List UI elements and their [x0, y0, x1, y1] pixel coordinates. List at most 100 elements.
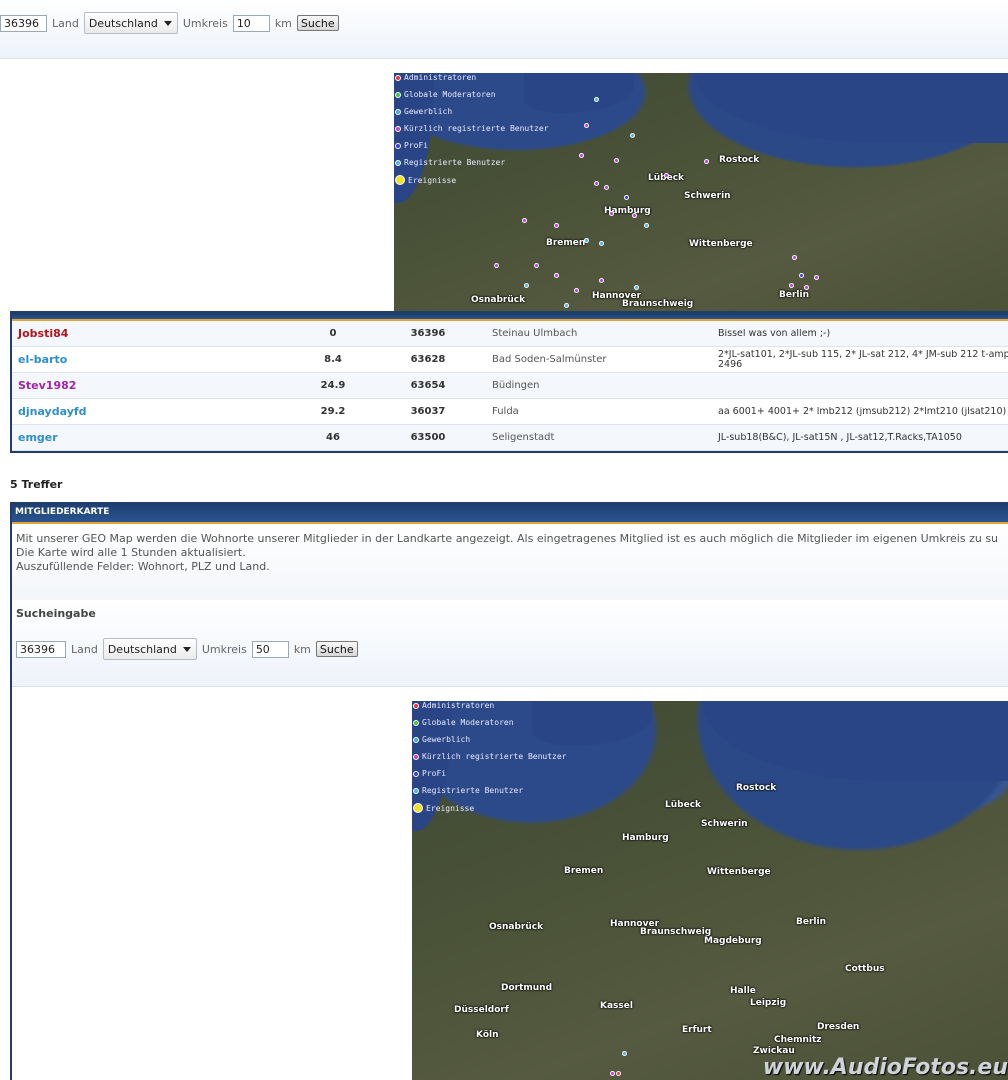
map-pin-icon[interactable] [634, 285, 639, 290]
map-pin-icon[interactable] [624, 195, 629, 200]
city-cell: Seligenstadt [492, 432, 555, 443]
map-pin-icon[interactable] [604, 185, 609, 190]
map-pin-icon[interactable] [554, 223, 559, 228]
search-button[interactable]: Suche [296, 15, 339, 31]
city-label: Osnabrück [489, 922, 544, 932]
member-name-link[interactable]: el-barto [12, 353, 278, 366]
map-pin-icon[interactable] [494, 263, 499, 268]
legend-marker-icon [395, 125, 401, 132]
map-pin-icon[interactable] [522, 218, 527, 223]
member-name-link[interactable]: Jobsti84 [12, 327, 278, 340]
land-label: Land [52, 16, 79, 30]
map-pin-icon[interactable] [584, 238, 589, 243]
legend-item[interactable]: Registrierte Benutzer [395, 158, 505, 167]
city-label: Berlin [779, 290, 809, 300]
legend-item[interactable]: Administratoren [395, 73, 476, 82]
member-map-top[interactable]: Administratoren Globale Moderatoren Gewerb… [394, 73, 1008, 313]
map-pin-icon[interactable] [704, 159, 709, 164]
legend-marker-icon [413, 770, 419, 777]
map-pin-icon[interactable] [630, 133, 635, 138]
map-pin-icon[interactable] [664, 173, 669, 178]
plz-input[interactable]: 36396 [16, 640, 66, 658]
city-label: Rostock [736, 783, 777, 793]
panel-title: MITGLIEDERKARTE [12, 502, 1008, 524]
legend-marker-icon [395, 175, 405, 185]
plz-cell: 36396 [410, 328, 446, 339]
map-pin-icon[interactable] [616, 1071, 621, 1076]
city-label: Osnabrück [471, 295, 526, 305]
map-pin-icon[interactable] [579, 153, 584, 158]
legend-label: Globale Moderatoren [404, 90, 496, 99]
member-name-link[interactable]: djnaydayfd [12, 405, 278, 418]
map-pin-icon[interactable] [524, 283, 529, 288]
city-label: Rostock [719, 155, 760, 165]
map-pin-icon[interactable] [799, 273, 804, 278]
info-cell: Bissel was von allem ;-) [712, 329, 1008, 339]
plz-cell: 36037 [410, 406, 446, 417]
umkreis-label: Umkreis [182, 16, 228, 30]
land-select[interactable]: Deutschland [102, 638, 197, 660]
map-pin-icon[interactable] [804, 285, 809, 290]
map-pin-icon[interactable] [564, 303, 569, 308]
legend-item[interactable]: Ereignisse [395, 175, 456, 185]
legend-item[interactable]: Ereignisse [413, 803, 474, 813]
legend-item[interactable]: ProFi [395, 141, 428, 150]
legend-item[interactable]: Administratoren [413, 701, 494, 710]
city-label: Kassel [600, 1001, 633, 1011]
city-label: Schwerin [701, 819, 748, 829]
plz-input[interactable]: 36396 [0, 14, 47, 32]
legend-item[interactable]: ProFi [413, 769, 446, 778]
legend-item[interactable]: Globale Moderatoren [395, 90, 496, 99]
land-select[interactable]: Deutschland [83, 12, 178, 34]
umkreis-input[interactable]: 50 [251, 640, 289, 658]
desc-line-2: Die Karte wird alle 1 Stunden aktualisie… [16, 546, 246, 559]
map-pin-icon[interactable] [614, 158, 619, 163]
umkreis-input[interactable]: 10 [232, 14, 270, 32]
map-pin-icon[interactable] [594, 97, 599, 102]
info-line: 2*JL-sat101, 2*JL-sub 115, 2* JL-sat 212… [718, 349, 1008, 360]
member-map-bottom[interactable]: Administratoren Globale Moderatoren Gewerb… [412, 701, 1008, 1080]
map-pin-icon[interactable] [609, 211, 614, 216]
map-pin-icon[interactable] [599, 278, 604, 283]
map-pin-icon[interactable] [789, 283, 794, 288]
top-search-bar: 36396 Land Deutschland Umkreis 10 km Suc… [0, 0, 1008, 59]
legend-item[interactable]: Globale Moderatoren [413, 718, 514, 727]
map-pin-icon[interactable] [610, 1071, 615, 1076]
info-cell: JL-sub18(B&C), JL-sat15N , JL-sat12,T.Ra… [712, 433, 1008, 443]
map-pin-icon[interactable] [599, 241, 604, 246]
member-name-link[interactable]: Stev1982 [12, 379, 278, 392]
legend-item[interactable]: Gewerblich [413, 735, 470, 744]
city-label: Köln [476, 1030, 499, 1040]
map-pin-icon[interactable] [632, 213, 637, 218]
city-label: Cottbus [845, 964, 885, 974]
map-pin-icon[interactable] [534, 263, 539, 268]
map-pin-icon[interactable] [644, 223, 649, 228]
legend-item[interactable]: Kürzlich registrierte Benutzer [413, 752, 567, 761]
info-line: JL-sub18(B&C), JL-sat15N , JL-sat12,T.Ra… [718, 432, 962, 443]
map-pin-icon[interactable] [814, 275, 819, 280]
map-pin-icon[interactable] [574, 288, 579, 293]
legend-item[interactable]: Gewerblich [395, 107, 452, 116]
legend-marker-icon [395, 108, 401, 115]
info-cell: 2*JL-sat101, 2*JL-sub 115, 2* JL-sat 212… [712, 350, 1008, 370]
legend-label: ProFi [404, 141, 429, 150]
member-name-link[interactable]: emger [12, 431, 278, 444]
map-pin-icon[interactable] [554, 273, 559, 278]
map-pin-icon[interactable] [622, 1051, 627, 1056]
results-rows: Jobsti84 0 36396 Steinau Ulmbach Bissel was … [12, 321, 1008, 451]
legend-marker-icon [395, 74, 401, 81]
legend-label: Gewerblich [422, 735, 471, 744]
legend-label: Kürzlich registrierte Benutzer [404, 124, 549, 133]
map-pin-icon[interactable] [584, 123, 589, 128]
legend-item[interactable]: Registrierte Benutzer [413, 786, 523, 795]
city-label: Erfurt [682, 1025, 712, 1035]
search-button[interactable]: Suche [315, 641, 358, 657]
map-pin-icon[interactable] [792, 255, 797, 260]
city-label: Bremen [564, 866, 604, 876]
legend-item[interactable]: Kürzlich registrierte Benutzer [395, 124, 549, 133]
legend-marker-icon [413, 753, 419, 760]
table-row: djnaydayfd 29.2 36037 Fulda aa 6001+ 4001+ 2… [12, 399, 1008, 425]
map-pin-icon[interactable] [594, 181, 599, 186]
legend-marker-icon [395, 159, 401, 166]
city-label: Magdeburg [704, 936, 762, 946]
